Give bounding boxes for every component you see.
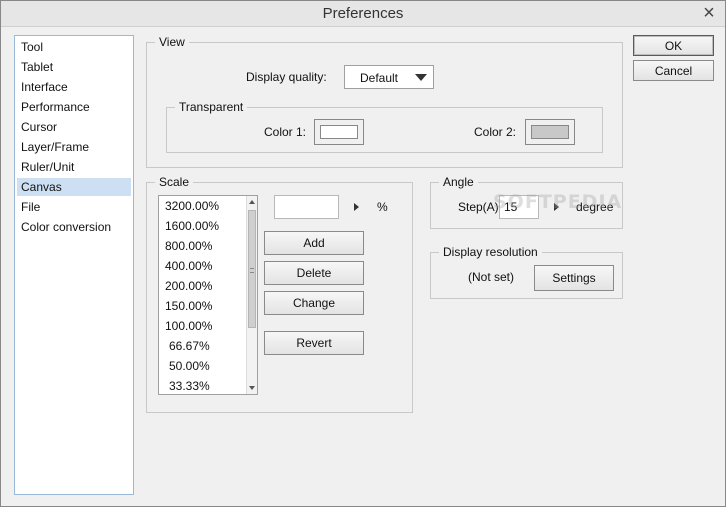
add-button[interactable]: Add: [264, 231, 364, 255]
sidebar-item-layer-frame[interactable]: Layer/Frame: [17, 138, 131, 156]
scale-group-title: Scale: [155, 175, 194, 189]
scale-list-item[interactable]: 800.00%: [165, 236, 212, 256]
color1-button[interactable]: [314, 119, 364, 145]
display-resolution-status: (Not set): [468, 270, 515, 284]
scale-list-item[interactable]: 33.33%: [169, 376, 210, 394]
scale-list-item[interactable]: 150.00%: [165, 296, 212, 316]
sidebar-item-color-conversion[interactable]: Color conversion: [17, 218, 131, 236]
ok-button[interactable]: OK: [633, 35, 714, 56]
scale-list[interactable]: 3200.00% 1600.00% 800.00% 400.00% 200.00…: [158, 195, 258, 395]
category-list: Tool Tablet Interface Performance Cursor…: [14, 35, 134, 495]
display-quality-dropdown[interactable]: Default: [344, 65, 434, 89]
scale-list-item[interactable]: 400.00%: [165, 256, 212, 276]
scale-value-input[interactable]: [274, 195, 339, 219]
scale-list-item[interactable]: 66.67%: [169, 336, 210, 356]
scale-unit-label: %: [377, 200, 388, 214]
sidebar-item-file[interactable]: File: [17, 198, 131, 216]
scroll-up-arrow-icon[interactable]: [249, 200, 255, 204]
color2-label: Color 2:: [474, 125, 517, 139]
scale-list-item[interactable]: 1600.00%: [165, 216, 219, 236]
sidebar-item-performance[interactable]: Performance: [17, 98, 131, 116]
change-button[interactable]: Change: [264, 291, 364, 315]
chevron-down-icon: [415, 74, 427, 81]
delete-button[interactable]: Delete: [264, 261, 364, 285]
sidebar-item-tool[interactable]: Tool: [17, 38, 131, 56]
scale-list-item[interactable]: 200.00%: [165, 276, 212, 296]
angle-group-title: Angle: [439, 175, 478, 189]
scroll-down-arrow-icon[interactable]: [249, 386, 255, 390]
transparent-group-title: Transparent: [175, 100, 248, 114]
display-quality-label: Display quality:: [246, 70, 327, 84]
preferences-dialog: Preferences × Tool Tablet Interface Perf…: [0, 0, 726, 507]
scale-list-item[interactable]: 3200.00%: [165, 196, 219, 216]
window-title: Preferences: [322, 5, 404, 22]
softpedia-watermark: SOFTPEDIA: [493, 191, 623, 213]
display-resolution-settings-button[interactable]: Settings: [534, 265, 614, 291]
title-bar: Preferences ×: [1, 1, 725, 27]
color2-button[interactable]: [525, 119, 575, 145]
color1-label: Color 1:: [264, 125, 307, 139]
color2-swatch: [531, 125, 569, 139]
scale-list-item[interactable]: 50.00%: [169, 356, 210, 376]
sidebar-item-interface[interactable]: Interface: [17, 78, 131, 96]
scale-spin-arrow-icon[interactable]: [354, 203, 359, 211]
revert-button[interactable]: Revert: [264, 331, 364, 355]
close-icon[interactable]: ×: [699, 2, 719, 24]
sidebar-item-ruler-unit[interactable]: Ruler/Unit: [17, 158, 131, 176]
display-resolution-group-title: Display resolution: [439, 245, 542, 259]
display-quality-value: Default: [359, 71, 399, 85]
view-group-title: View: [155, 35, 189, 49]
cancel-button[interactable]: Cancel: [633, 60, 714, 81]
scale-list-item[interactable]: 100.00%: [165, 316, 212, 336]
sidebar-item-canvas[interactable]: Canvas: [17, 178, 131, 196]
color1-swatch: [320, 125, 358, 139]
grip-icon: [250, 268, 254, 273]
scale-list-scrollbar[interactable]: [246, 196, 257, 394]
sidebar-item-tablet[interactable]: Tablet: [17, 58, 131, 76]
scroll-thumb[interactable]: [248, 210, 256, 328]
sidebar-item-cursor[interactable]: Cursor: [17, 118, 131, 136]
